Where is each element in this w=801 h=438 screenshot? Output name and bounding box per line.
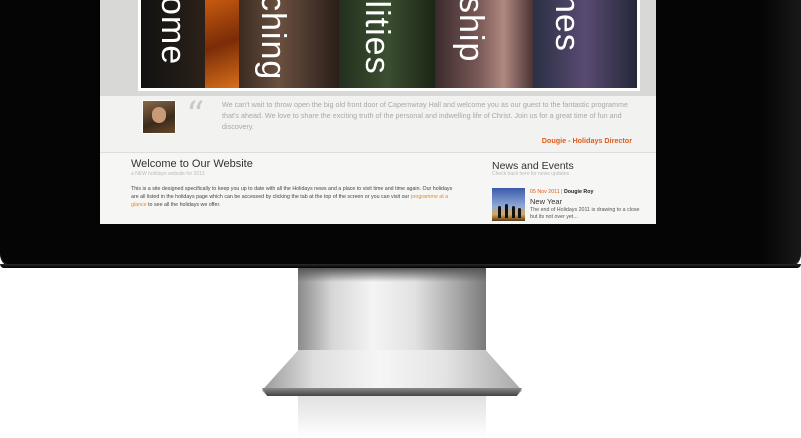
- banner-word: nes: [548, 0, 586, 52]
- banner-panel-facilities[interactable]: ilities: [339, 0, 435, 88]
- banner-word: ching: [254, 0, 292, 81]
- banner-word: ship: [452, 0, 490, 63]
- news-thumbnail[interactable]: [492, 188, 525, 221]
- monitor-stand-edge: [262, 388, 522, 396]
- banner-panel-fellowship[interactable]: ship: [435, 0, 533, 88]
- director-quote: “ We can't wait to throw open the big ol…: [100, 96, 656, 153]
- banner-panel-image: [205, 0, 239, 88]
- banner-area: ome ching ilities ship nes: [100, 0, 656, 96]
- monitor-bezel: ome ching ilities ship nes “ We can't wa…: [0, 0, 801, 268]
- hero-banner: ome ching ilities ship nes: [138, 0, 640, 91]
- news-excerpt: The end of Holidays 2011 is drawing to a…: [530, 207, 640, 220]
- banner-word: ilities: [358, 0, 396, 75]
- banner-panel-welcome[interactable]: ome: [141, 0, 205, 88]
- welcome-title: Welcome to Our Website: [131, 158, 253, 170]
- news-subtitle: Check back here for news updates: [492, 171, 569, 177]
- stand-reflection: [298, 396, 486, 438]
- avatar: [142, 100, 176, 134]
- monitor-screen: ome ching ilities ship nes “ We can't wa…: [100, 0, 656, 224]
- silhouette: [518, 208, 521, 218]
- welcome-body-text: This is a site designed specifically to …: [131, 186, 453, 200]
- silhouette: [505, 204, 508, 218]
- welcome-body-text-end: to see all the holidays we offer.: [146, 202, 221, 208]
- quote-text: We can't wait to throw open the big old …: [222, 100, 628, 131]
- quote-author: Dougie - Holidays Director: [541, 136, 632, 145]
- news-headline[interactable]: New Year: [530, 197, 562, 206]
- welcome-subtitle: a NEW holidays website for 2012: [131, 171, 205, 177]
- banner-panel-teaching[interactable]: ching: [239, 0, 339, 88]
- banner-panel-holidays[interactable]: nes: [533, 0, 637, 88]
- banner-word: ome: [154, 0, 192, 66]
- welcome-body: This is a site designed specifically to …: [131, 185, 461, 209]
- silhouette: [512, 206, 515, 218]
- monitor-stand-neck: [298, 268, 486, 352]
- news-meta: 05 Nov 2011 | Dougie Roy: [530, 189, 594, 195]
- quote-mark-icon: “: [186, 95, 205, 136]
- silhouette: [498, 206, 501, 218]
- news-author: Dougie Roy: [563, 189, 594, 195]
- news-date: 05 Nov 2011: [530, 189, 560, 195]
